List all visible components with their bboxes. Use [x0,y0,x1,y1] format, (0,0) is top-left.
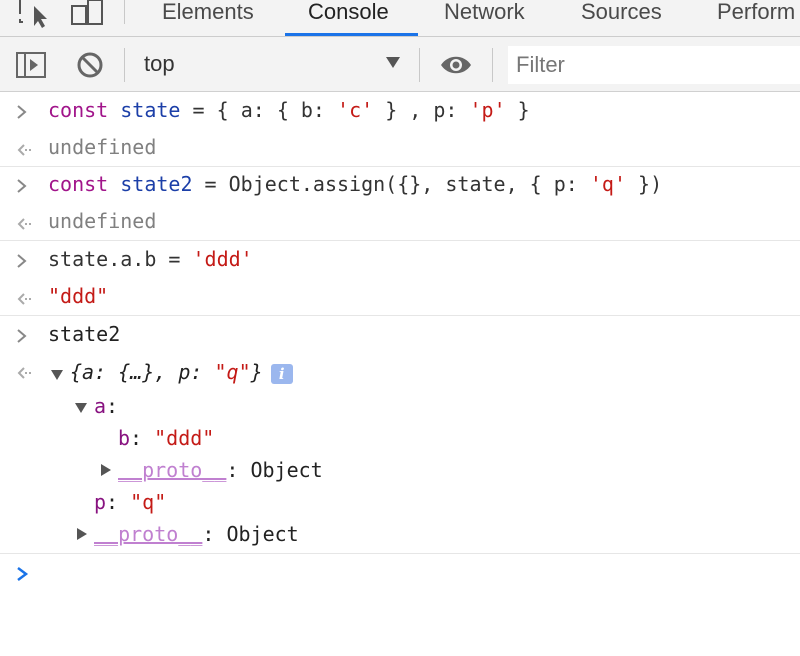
eye-icon[interactable] [440,53,472,77]
result-arrow-icon [17,218,31,230]
tab-network[interactable]: Network [444,0,525,36]
result-arrow-icon [17,367,31,379]
inspect-element-icon[interactable] [16,0,50,30]
tree-node-a[interactable]: a: [0,390,800,427]
console-toolbar: top [0,37,800,92]
code-text[interactable]: const state = { a: { b: 'c' } , p: 'p' } [48,98,530,122]
property-label: __proto__: Object [94,522,299,546]
info-icon[interactable]: i [270,363,293,384]
result-arrow-icon [17,293,31,305]
tree-node-proto-outer[interactable]: __proto__: Object [0,520,800,557]
input-chevron-icon [17,179,27,193]
code-text[interactable]: const state2 = Object.assign({}, state, … [48,172,662,196]
property-label: b: "ddd" [118,426,215,450]
tab-console[interactable]: Console [308,0,389,36]
console-input-line: const state = { a: { b: 'c' } , p: 'p' } [0,92,800,129]
tab-performance[interactable]: Perform [717,0,795,36]
code-text[interactable]: state.a.b = 'ddd' [48,247,253,271]
result-text: undefined [48,135,157,159]
collapse-arrow-icon[interactable] [50,369,64,381]
console-result-line: undefined [0,129,800,166]
active-tab-indicator [285,33,418,36]
property-label: __proto__: Object [118,458,323,482]
console-result-line: "ddd" [0,278,800,315]
collapse-arrow-icon[interactable] [74,402,88,414]
result-text: "ddd" [48,284,109,308]
property-label: a: [94,394,119,418]
console-input-line: const state2 = Object.assign({}, state, … [0,166,800,203]
clear-console-icon[interactable] [76,51,104,79]
dropdown-arrow-icon[interactable] [386,57,400,68]
tab-separator [124,0,125,24]
result-text: undefined [48,209,157,233]
filter-input[interactable] [508,46,800,84]
devtools-tab-bar: Elements Console Network Sources Perform [0,0,800,37]
console-result-line: undefined [0,203,800,240]
device-toggle-icon[interactable] [70,0,106,30]
console-prompt[interactable] [0,554,800,614]
object-preview-line[interactable]: {a: {…}, p: "q"} i [0,356,800,393]
input-chevron-icon [17,329,27,343]
console-input-line: state.a.b = 'ddd' [0,241,800,278]
input-chevron-icon [17,254,27,268]
expand-arrow-icon[interactable] [100,463,112,477]
toolbar-separator [492,48,493,82]
toolbar-separator [419,48,420,82]
input-chevron-icon [17,105,27,119]
tab-elements[interactable]: Elements [162,0,254,36]
object-preview[interactable]: {a: {…}, p: "q"} i [70,360,293,384]
prompt-icon [17,567,29,581]
sidebar-toggle-icon[interactable] [16,52,46,78]
console-input-line: state2 [0,316,800,353]
result-arrow-icon [17,144,31,156]
toolbar-separator [124,48,125,82]
tab-sources[interactable]: Sources [581,0,662,36]
property-label: p: "q" [94,490,167,514]
expand-arrow-icon[interactable] [76,527,88,541]
context-selector[interactable]: top [144,51,175,77]
code-text[interactable]: state2 [48,322,120,346]
